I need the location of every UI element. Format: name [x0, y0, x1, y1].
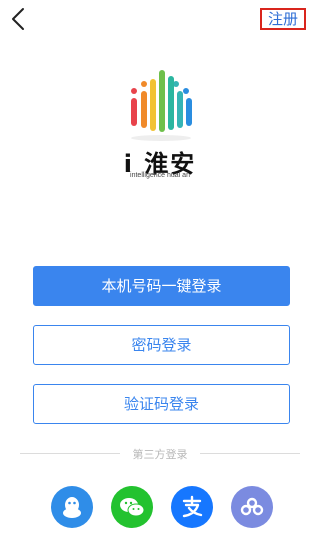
- cloud-login-button[interactable]: [231, 486, 273, 528]
- qq-login-button[interactable]: [51, 486, 93, 528]
- divider-right: [200, 453, 300, 454]
- brand-tagline: intelligence huai an: [130, 172, 190, 179]
- alipay-icon: [182, 495, 203, 518]
- third-party-label: 第三方登录: [132, 448, 188, 461]
- qq-icon: [63, 497, 81, 518]
- code-login-button[interactable]: 验证码登录: [33, 384, 290, 424]
- weibo-cloud-icon: [240, 497, 264, 516]
- wechat-login-button[interactable]: [111, 486, 153, 528]
- wechat-icon: [120, 498, 145, 517]
- one-click-login-button[interactable]: 本机号码一键登录: [33, 266, 290, 306]
- password-login-button[interactable]: 密码登录: [33, 325, 290, 365]
- alipay-login-button[interactable]: [171, 486, 213, 528]
